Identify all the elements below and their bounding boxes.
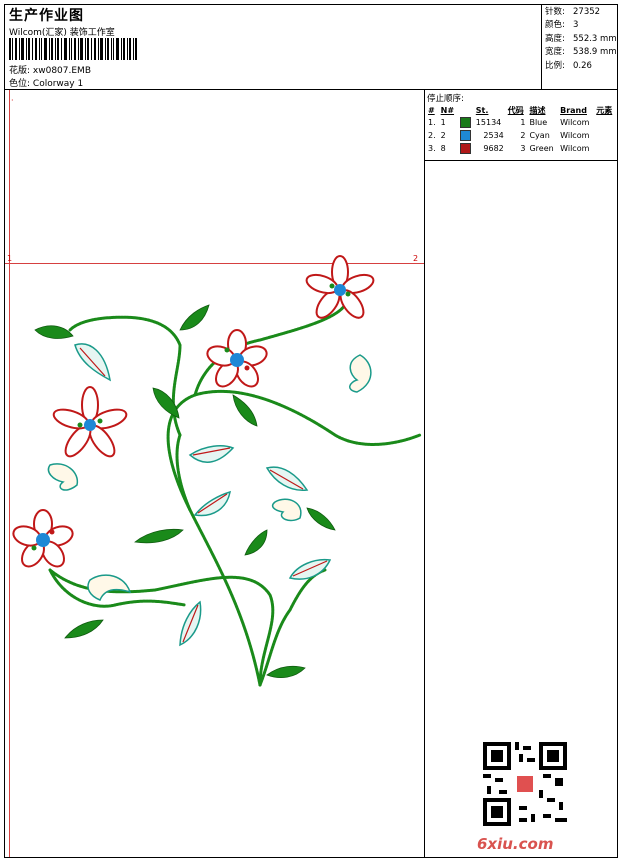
color-swatch [459,130,471,141]
paisley-2 [47,463,79,491]
col-brand: Brand [560,105,587,115]
leaf-7 [306,507,336,531]
col-swatch [458,104,474,116]
company-name: Wilcom(汇家) 装饰工作室 [9,28,115,38]
stop-sequence-title: 停止顺序: [427,94,464,104]
leaf-2 [179,304,210,331]
col-element: 元素 [596,105,613,115]
col-code: 代码 [507,105,524,115]
stat-width: 宽度: 538.9 mm [545,47,617,58]
teal-leaf-3 [265,466,309,491]
col-index: # [428,105,435,115]
paisley-1 [349,354,372,393]
leaf-4 [232,394,258,427]
stat-colors: 颜色: 3 [545,20,579,31]
leaf-6 [244,529,268,556]
leaf-8 [64,619,104,639]
flower-4 [12,509,74,568]
stat-stitches: 针数: 27352 [545,7,601,17]
stop-sequence-panel: 停止顺序: # N# St. 代码 描述 Brand 元素 1. 1 15134… [425,90,617,857]
design-stats: 针数: 27352 颜色: 3 高度: 552.3 mm 宽度: 538.9 mm 比例… [545,6,617,73]
stat-height: 高度: 552.3 mm [545,33,617,44]
stat-scale: 比例: 0.26 [545,60,592,71]
col-needle: N# [440,105,455,115]
paisley-4 [87,574,132,601]
file-name: xw0807.EMB [32,66,91,76]
worksheet: 生产作业图 Wilcom(汇家) 装饰工作室 花版: xw0807.EMB 色位… [4,4,618,858]
col-description: 描述 [529,105,546,115]
table-row: 2. 2 2534 2 Cyan Wilcom [428,130,590,141]
header-divider [541,5,542,89]
stop-table-rule [425,160,617,161]
watermark-logo: 6xiu.com [477,835,554,853]
embroidery-design [12,255,422,687]
barcode [9,38,137,60]
colorway-name: Colorway 1 [32,79,84,89]
col-stitches: St. [475,105,489,115]
table-row: 1. 1 15134 1 Blue Wilcom [428,117,590,128]
colorway-row: 色位: Colorway 1 [9,76,83,89]
flower-3 [52,386,128,458]
table-row: 3. 8 9682 3 Green Wilcom [428,143,590,154]
leaf-1 [34,325,74,339]
sheet-title: 生产作业图 [9,8,84,24]
paisley-3 [271,498,302,522]
color-swatch [459,117,471,128]
stop-sequence-table: # N# St. 代码 描述 Brand 元素 1. 1 15134 1 Blu… [426,104,616,155]
design-canvas: 1 2 · [5,90,424,857]
color-swatch [459,143,471,154]
qr-code [483,742,567,826]
header-block: 生产作业图 Wilcom(汇家) 装饰工作室 花版: xw0807.EMB 色位… [5,5,541,89]
file-name-row: 花版: xw0807.EMB [9,63,91,76]
file-label: 花版: [9,66,31,76]
stop-sequence-header: # N# St. 代码 描述 Brand 元素 [426,104,616,116]
colorway-label: 色位: [9,79,31,89]
leaf-5 [134,528,184,544]
leaf-9 [266,665,306,679]
